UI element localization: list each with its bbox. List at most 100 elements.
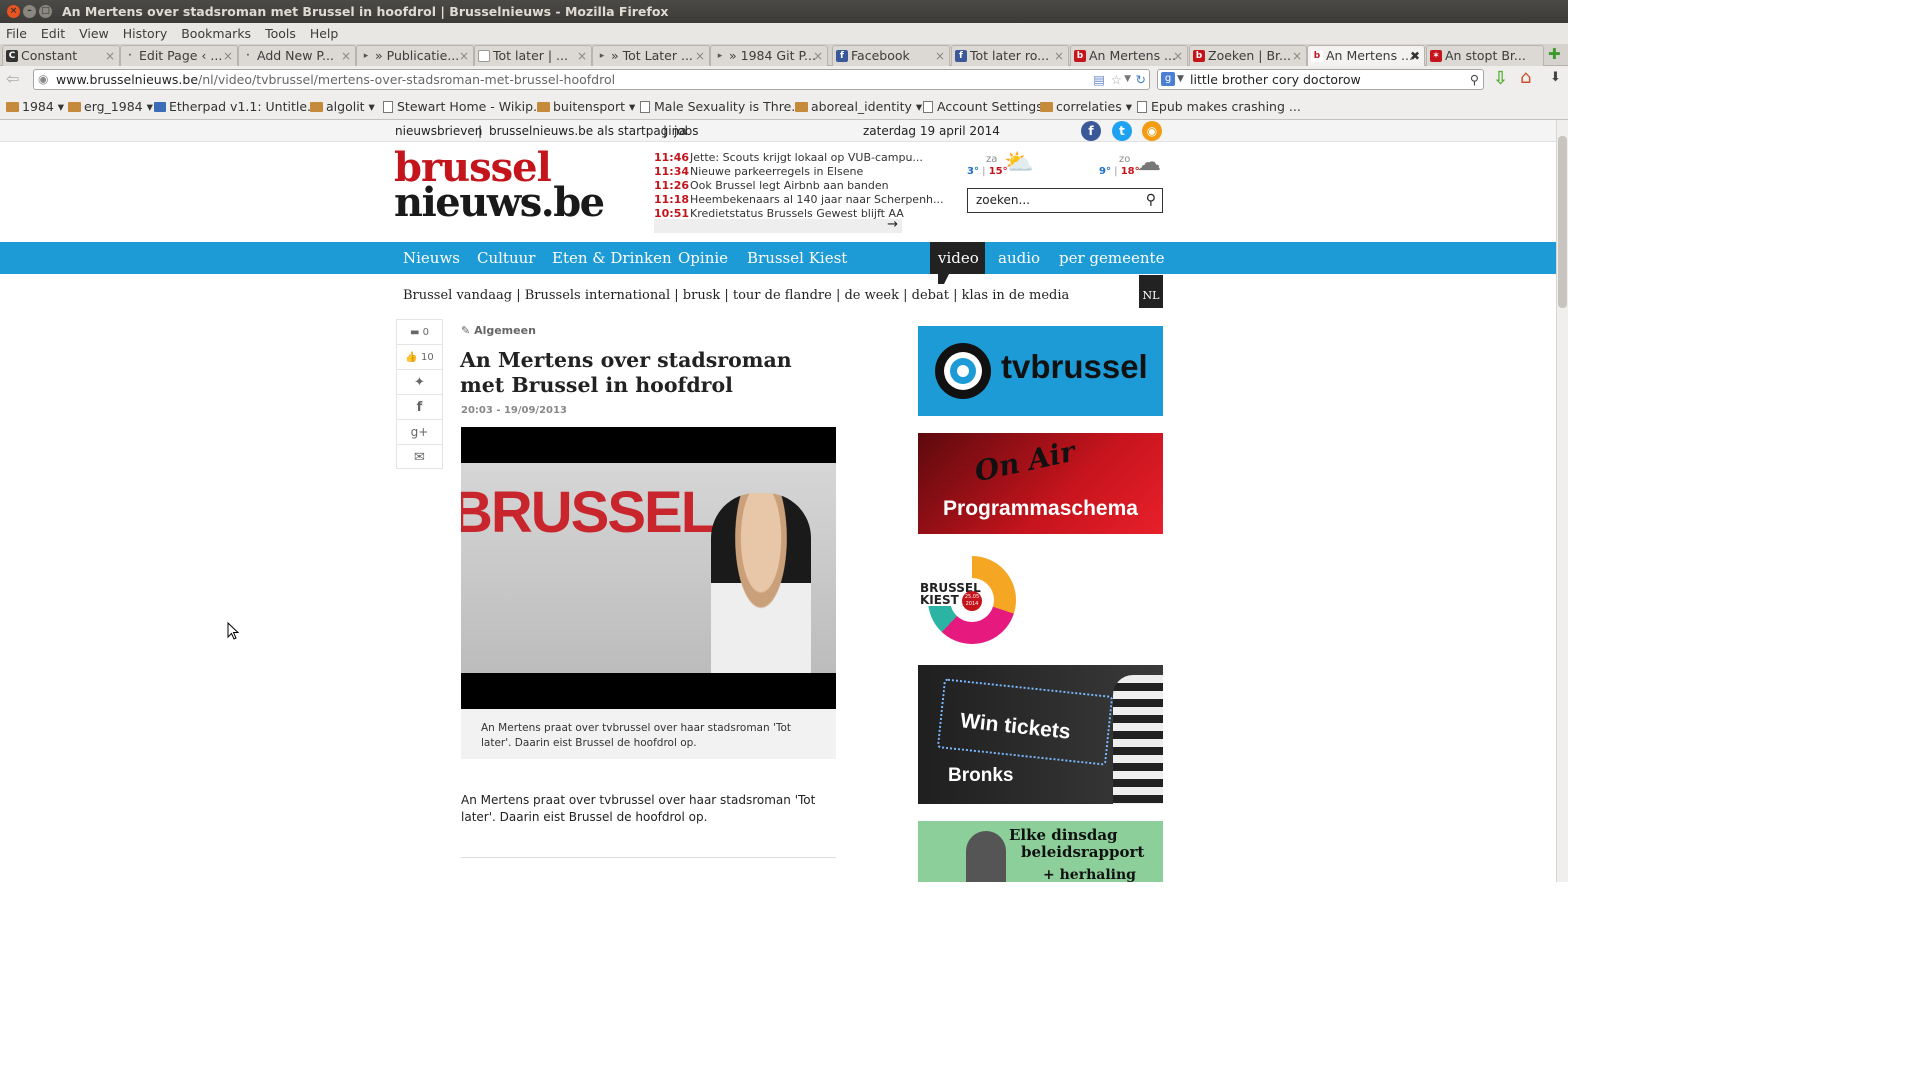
menu-view[interactable]: View: [79, 26, 109, 41]
link-newsletters[interactable]: nieuwsbrieven: [395, 120, 482, 142]
menu-icon[interactable]: ⬇: [1550, 70, 1561, 85]
bookmark-folder[interactable]: algolit ▾: [310, 93, 375, 120]
bookmark-folder[interactable]: 1984 ▾: [6, 93, 64, 120]
beleidsrapport-banner[interactable]: Elke dinsdag beleidsrapport + herhaling: [918, 821, 1163, 883]
nav-eten-drinken[interactable]: Eten & Drinken: [552, 242, 672, 274]
rss-icon[interactable]: ◉: [1142, 121, 1162, 141]
scrollbar-thumb[interactable]: [1558, 136, 1567, 308]
nav-video[interactable]: video: [938, 242, 979, 274]
tvbrussel-banner[interactable]: tvbrussel: [918, 326, 1163, 416]
link-jobs[interactable]: jobs: [674, 120, 699, 142]
nav-brussel-kiest[interactable]: Brussel Kiest: [747, 242, 847, 274]
menu-bookmarks[interactable]: Bookmarks: [181, 26, 251, 41]
bookmark-folder[interactable]: correlaties ▾: [1040, 93, 1132, 120]
like-count[interactable]: 👍 10: [397, 345, 442, 370]
tab[interactable]: ▸ » 1984 Git P... ×: [710, 45, 828, 66]
link-startpage[interactable]: brusselnieuws.be als startpagina: [489, 120, 687, 142]
nav-audio[interactable]: audio: [998, 242, 1040, 274]
nav-per-gemeente[interactable]: per gemeente: [1059, 242, 1164, 274]
back-arrow-icon[interactable]: ⇦: [6, 69, 19, 88]
close-tab-icon[interactable]: ✖: [1410, 46, 1420, 66]
ticker-item[interactable]: 11:18Heembekenaars al 140 jaar naar Sche…: [654, 193, 944, 207]
tab[interactable]: b Zoeken | Br... ×: [1189, 45, 1307, 66]
facebook-icon[interactable]: f: [1081, 121, 1101, 141]
reader-icon[interactable]: ▤: [1093, 70, 1105, 89]
bookmark[interactable]: Stewart Home - Wikip...: [383, 93, 545, 120]
nav-opinie[interactable]: Opinie: [678, 242, 728, 274]
close-tab-icon[interactable]: ×: [577, 46, 587, 66]
ticker-item[interactable]: 11:34Nieuwe parkeerregels in Elsene: [654, 165, 863, 179]
tab[interactable]: ▸ » Publicatie... ×: [356, 45, 474, 66]
tab-active[interactable]: b An Mertens ... ✖: [1307, 45, 1425, 66]
on-air-banner[interactable]: On Air Programmaschema: [918, 433, 1163, 534]
nav-cultuur[interactable]: Cultuur: [477, 242, 535, 274]
dropdown-icon[interactable]: ▼: [1177, 70, 1184, 89]
bookmark-folder[interactable]: aboreal_identity ▾: [795, 93, 922, 120]
menu-file[interactable]: File: [6, 26, 27, 41]
tab[interactable]: C Constant ×: [2, 45, 120, 66]
menu-edit[interactable]: Edit: [41, 26, 65, 41]
close-tab-icon[interactable]: ×: [105, 46, 115, 66]
tab[interactable]: Tot later | ... ×: [474, 45, 592, 66]
close-tab-icon[interactable]: ×: [459, 46, 469, 66]
language-badge[interactable]: NL: [1139, 275, 1163, 308]
home-icon[interactable]: ⌂: [1520, 67, 1531, 88]
video-frame[interactable]: BRUSSEL: [461, 463, 836, 673]
site-logo-line2[interactable]: nieuws.be: [394, 183, 605, 223]
site-identity-icon[interactable]: ◉: [38, 70, 48, 89]
article-category[interactable]: ✎ Algemeen: [461, 324, 536, 337]
nav-nieuws[interactable]: Nieuws: [403, 242, 460, 274]
arrow-right-icon[interactable]: →: [887, 217, 898, 232]
ticker-item[interactable]: 11:26Ook Brussel legt Airbnb aan banden: [654, 179, 889, 193]
close-tab-icon[interactable]: ×: [695, 46, 705, 66]
reload-icon[interactable]: ↻: [1136, 70, 1146, 89]
bookmark[interactable]: Account Settings: [923, 93, 1043, 120]
ticker-item[interactable]: 11:46Jette: Scouts krijgt lokaal op VUB-…: [654, 151, 923, 165]
bookmark[interactable]: Male Sexuality is Thre...: [640, 93, 803, 120]
tab[interactable]: ✶ An stopt Br...: [1426, 45, 1544, 66]
new-tab-icon[interactable]: ✚: [1548, 45, 1561, 63]
close-tab-icon[interactable]: ×: [1292, 46, 1302, 66]
close-tab-icon[interactable]: ×: [935, 46, 945, 66]
comment-count[interactable]: ▬ 0: [397, 320, 442, 345]
win-tickets-banner[interactable]: Win tickets Bronks: [918, 665, 1163, 804]
menu-tools[interactable]: Tools: [265, 26, 296, 41]
site-search-input[interactable]: zoeken... ⚲: [967, 188, 1163, 213]
close-tab-icon[interactable]: ×: [1054, 46, 1064, 66]
google-plus-share-icon[interactable]: g+: [397, 420, 442, 445]
menu-history[interactable]: History: [123, 26, 167, 41]
twitter-share-icon[interactable]: ✦: [397, 370, 442, 395]
bookmark-star-icon[interactable]: ☆: [1111, 70, 1122, 89]
tab[interactable]: ▸ » Tot Later ... ×: [592, 45, 710, 66]
close-window-icon[interactable]: ×: [7, 5, 20, 18]
bookmark-folder[interactable]: buitensport ▾: [537, 93, 635, 120]
video-player[interactable]: BRUSSEL: [461, 427, 836, 709]
google-icon[interactable]: g: [1161, 72, 1175, 86]
tab[interactable]: b An Mertens ... ×: [1070, 45, 1188, 66]
email-share-icon[interactable]: ✉: [397, 445, 442, 470]
menu-help[interactable]: Help: [310, 26, 339, 41]
sub-navigation[interactable]: Brussel vandaag | Brussels international…: [403, 288, 1069, 304]
tab[interactable]: · Add New P... ×: [238, 45, 356, 66]
bookmark-folder[interactable]: erg_1984 ▾: [68, 93, 153, 120]
tab[interactable]: f Facebook ×: [832, 45, 950, 66]
url-bar[interactable]: ◉ www.brusselnieuws.be/nl/video/tvbrusse…: [33, 69, 1150, 90]
search-icon[interactable]: ⚲: [1146, 189, 1156, 212]
twitter-icon[interactable]: t: [1112, 121, 1132, 141]
tab[interactable]: f Tot later ro... ×: [951, 45, 1069, 66]
tab[interactable]: · Edit Page ‹ ... ×: [120, 45, 238, 66]
dropdown-icon[interactable]: ▼: [1124, 70, 1131, 89]
close-tab-icon[interactable]: ×: [341, 46, 351, 66]
close-tab-icon[interactable]: ×: [813, 46, 823, 66]
facebook-share-icon[interactable]: f: [397, 395, 442, 420]
minimize-window-icon[interactable]: –: [23, 5, 36, 18]
maximize-window-icon[interactable]: □: [39, 5, 52, 18]
search-icon[interactable]: ⚲: [1470, 70, 1479, 89]
close-tab-icon[interactable]: ×: [1173, 46, 1183, 66]
close-tab-icon[interactable]: ×: [223, 46, 233, 66]
bookmark[interactable]: Etherpad v1.1: Untitle...: [154, 93, 319, 120]
bookmark[interactable]: Epub makes crashing ...: [1137, 93, 1301, 120]
search-bar[interactable]: g ▼ little brother cory doctorow ⚲: [1157, 69, 1484, 90]
brussel-kiest-logo[interactable]: BRUSSEL KIEST 25.05 2014: [918, 554, 1018, 646]
download-icon[interactable]: ⇩: [1493, 68, 1508, 89]
